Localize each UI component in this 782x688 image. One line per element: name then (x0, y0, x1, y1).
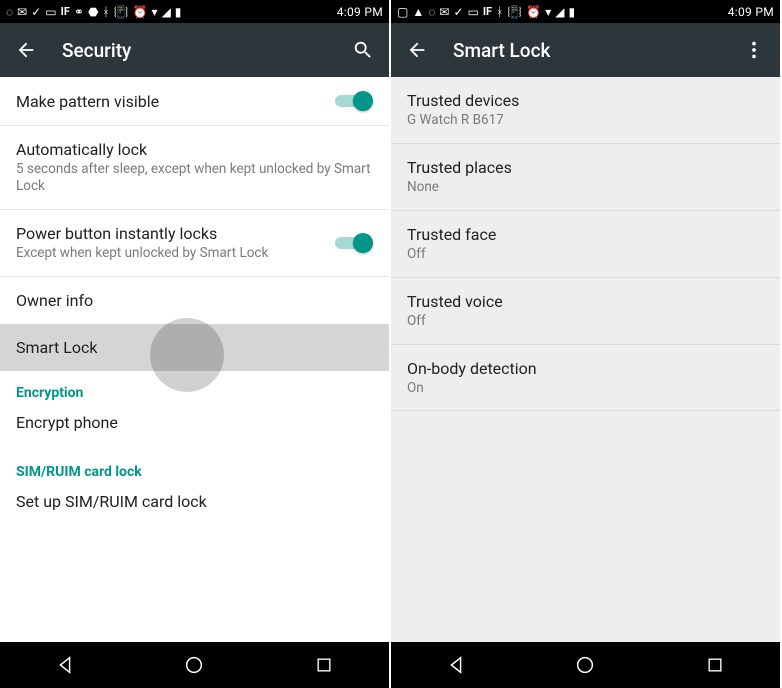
section-sim-lock: SIM/RUIM card lock (0, 446, 389, 486)
nav-recent-icon (705, 655, 725, 675)
row-trusted-devices[interactable]: Trusted devices G Watch R B617 (391, 77, 780, 144)
signal-icon: ◢ (555, 5, 564, 19)
if-icon: IF (483, 5, 492, 18)
row-trusted-voice[interactable]: Trusted voice Off (391, 278, 780, 345)
inbox-icon: ✓ (453, 5, 463, 19)
status-icons-left: ◌ ✉ ✓ ▭ IF ⚭ ⬣ ᚼ 📳 ⏰ ▾ ◢ ▮ (6, 5, 333, 19)
msg-icon: ▢ (397, 5, 408, 19)
appbar-title: Smart Lock (453, 39, 718, 62)
wifi-icon: ▾ (152, 5, 158, 19)
row-subtitle: Off (407, 246, 764, 263)
row-on-body-detection[interactable]: On-body detection On (391, 345, 780, 412)
nav-bar (391, 642, 780, 688)
row-title: Trusted voice (407, 292, 764, 311)
row-subtitle: On (407, 380, 764, 397)
app-bar: Smart Lock (391, 23, 780, 77)
appbar-title: Security (62, 39, 327, 62)
search-icon (352, 39, 374, 61)
signal-icon: ◢ (162, 5, 171, 19)
bluetooth-icon: ᚼ (102, 5, 109, 19)
row-title: On-body detection (407, 359, 764, 378)
status-bar: ◌ ✉ ✓ ▭ IF ⚭ ⬣ ᚼ 📳 ⏰ ▾ ◢ ▮ 4:09 PM (0, 0, 389, 23)
row-subtitle: None (407, 179, 764, 196)
battery-icon: ▮ (568, 5, 575, 19)
shop-icon: ⬣ (88, 5, 98, 19)
row-title: Power button instantly locks (16, 224, 335, 243)
row-subtitle: 5 seconds after sleep, except when kept … (16, 161, 373, 195)
toggle-pattern-visible[interactable] (335, 91, 373, 111)
arrow-back-icon (406, 39, 428, 61)
row-make-pattern-visible[interactable]: Make pattern visible (0, 77, 389, 126)
whatsapp-icon: ◌ (428, 5, 435, 19)
image-icon: ▭ (468, 5, 479, 19)
touch-ripple (150, 318, 224, 392)
search-button[interactable] (351, 38, 375, 62)
whatsapp-icon: ◌ (6, 5, 13, 19)
vibrate-icon: 📳 (507, 5, 522, 19)
bluetooth-icon: ᚼ (496, 5, 503, 19)
settings-list: Make pattern visible Automatically lock … (0, 77, 389, 642)
row-encrypt-phone[interactable]: Encrypt phone (0, 407, 389, 446)
row-title: Trusted devices (407, 91, 764, 110)
vibrate-icon: 📳 (114, 5, 129, 19)
smart-lock-list: Trusted devices G Watch R B617 Trusted p… (391, 77, 780, 642)
toggle-power-locks[interactable] (335, 233, 373, 253)
gmail-icon: ✉ (17, 5, 27, 19)
row-title: Owner info (16, 291, 373, 310)
nav-home-icon (574, 654, 596, 676)
nav-recent-icon (314, 655, 334, 675)
if-icon: IF (61, 5, 70, 18)
row-setup-sim-lock[interactable]: Set up SIM/RUIM card lock (0, 486, 389, 525)
row-title: Automatically lock (16, 140, 373, 159)
phone-security: ◌ ✉ ✓ ▭ IF ⚭ ⬣ ᚼ 📳 ⏰ ▾ ◢ ▮ 4:09 PM Secur… (0, 0, 391, 688)
row-subtitle: Except when kept unlocked by Smart Lock (16, 245, 335, 262)
status-icons-left: ▢ ▲ ◌ ✉ ✓ ▭ IF ᚼ 📳 ⏰ ▾ ◢ ▮ (397, 5, 724, 19)
row-title: Trusted places (407, 158, 764, 177)
back-button[interactable] (405, 38, 429, 62)
nav-home-icon (183, 654, 205, 676)
warning-icon: ▲ (412, 5, 424, 19)
status-clock: 4:09 PM (728, 5, 774, 19)
row-automatically-lock[interactable]: Automatically lock 5 seconds after sleep… (0, 126, 389, 210)
nav-home[interactable] (573, 653, 597, 677)
overflow-icon (743, 39, 765, 61)
row-title: Encrypt phone (16, 413, 373, 432)
row-trusted-face[interactable]: Trusted face Off (391, 211, 780, 278)
image-icon: ▭ (45, 5, 56, 19)
status-bar: ▢ ▲ ◌ ✉ ✓ ▭ IF ᚼ 📳 ⏰ ▾ ◢ ▮ 4:09 PM (391, 0, 780, 23)
arrow-back-icon (15, 39, 37, 61)
status-clock: 4:09 PM (337, 5, 383, 19)
row-title: Trusted face (407, 225, 764, 244)
nav-recent[interactable] (703, 653, 727, 677)
row-subtitle: G Watch R B617 (407, 112, 764, 129)
alarm-icon: ⏰ (133, 5, 148, 19)
row-power-button-locks[interactable]: Power button instantly locks Except when… (0, 210, 389, 277)
app-bar: Security (0, 23, 389, 77)
back-button[interactable] (14, 38, 38, 62)
nav-back[interactable] (444, 653, 468, 677)
nav-back[interactable] (53, 653, 77, 677)
row-smart-lock[interactable]: Smart Lock (0, 324, 389, 371)
alarm-icon: ⏰ (526, 5, 541, 19)
nav-recent[interactable] (312, 653, 336, 677)
row-title: Set up SIM/RUIM card lock (16, 492, 373, 511)
wifi-icon: ▾ (545, 5, 551, 19)
row-owner-info[interactable]: Owner info (0, 277, 389, 324)
gmail-icon: ✉ (439, 5, 449, 19)
battery-icon: ▮ (175, 5, 182, 19)
row-subtitle: Off (407, 313, 764, 330)
overflow-button[interactable] (742, 38, 766, 62)
inbox-icon: ✓ (31, 5, 41, 19)
nav-back-icon (445, 654, 467, 676)
row-trusted-places[interactable]: Trusted places None (391, 144, 780, 211)
link-icon: ⚭ (74, 5, 84, 19)
row-title: Make pattern visible (16, 92, 335, 111)
nav-bar (0, 642, 389, 688)
nav-home[interactable] (182, 653, 206, 677)
phone-smart-lock: ▢ ▲ ◌ ✉ ✓ ▭ IF ᚼ 📳 ⏰ ▾ ◢ ▮ 4:09 PM Smart… (391, 0, 782, 688)
nav-back-icon (54, 654, 76, 676)
